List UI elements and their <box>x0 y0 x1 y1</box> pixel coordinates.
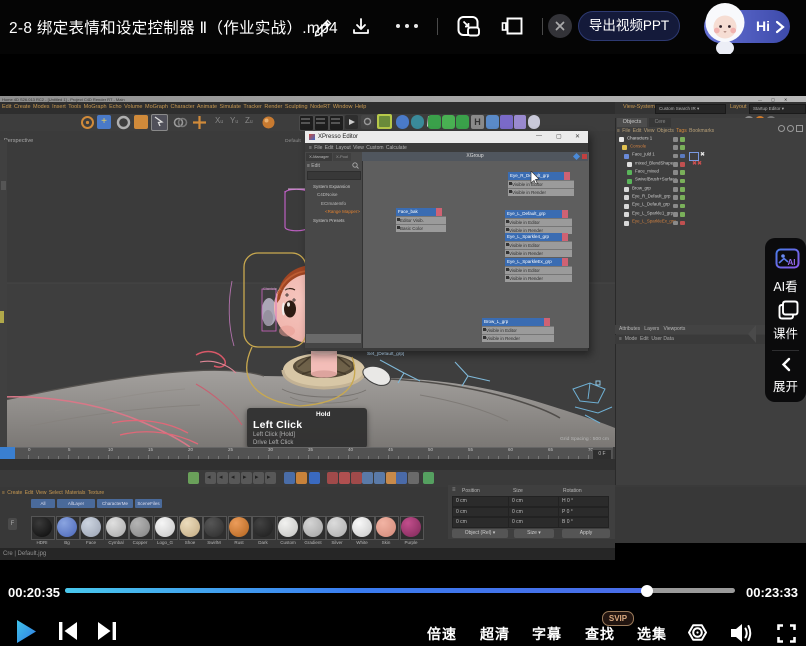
svg-text:Default: Default <box>285 138 301 144</box>
svg-text:Clavicle_L_Up: Clavicle_L_Up <box>263 286 290 291</box>
svg-text:AI: AI <box>788 258 796 267</box>
svg-text:Perspective: Perspective <box>4 138 33 144</box>
svg-text:Grid Spacing : 500 cm: Grid Spacing : 500 cm <box>560 436 609 442</box>
